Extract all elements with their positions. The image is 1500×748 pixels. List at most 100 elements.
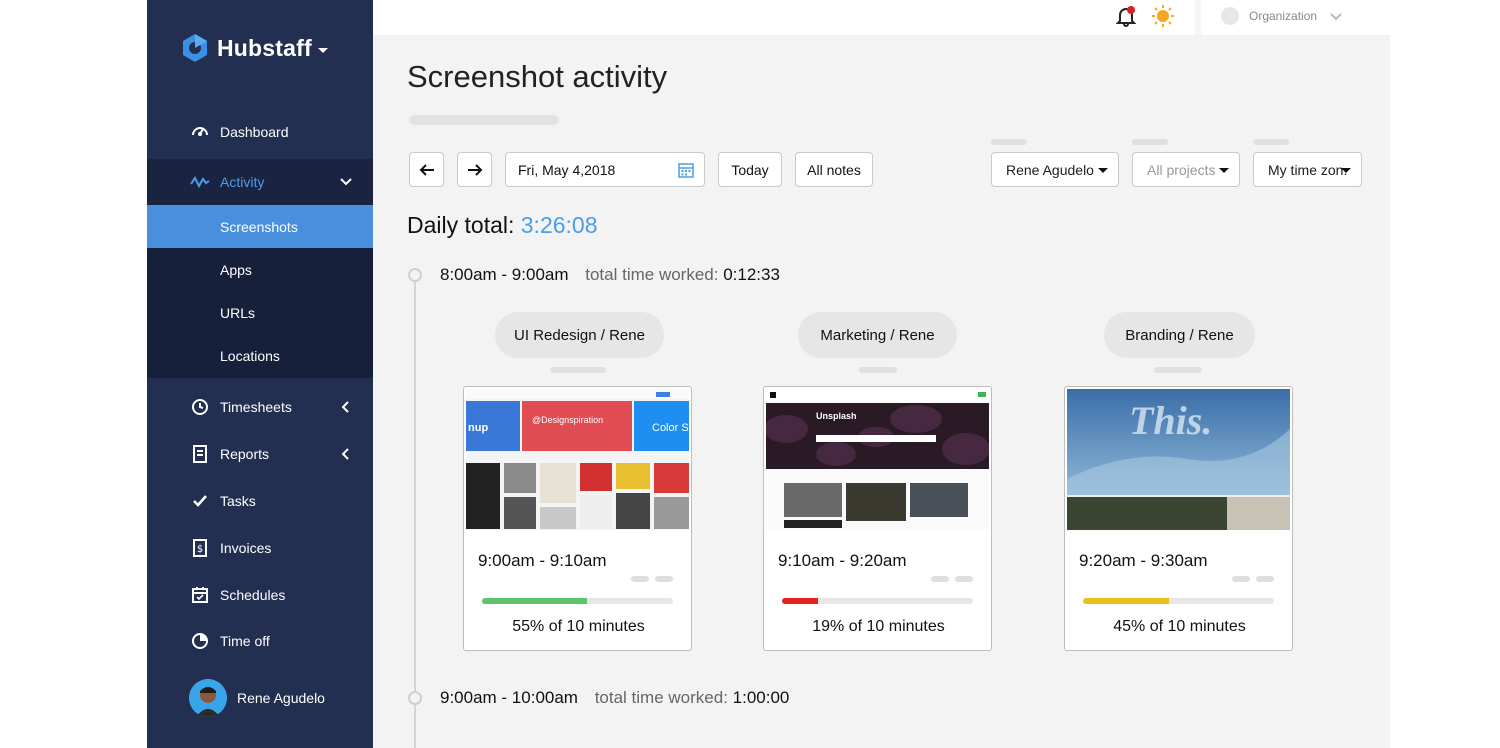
- caret-down-icon: [1219, 168, 1229, 173]
- project-label: Branding / Rene: [1104, 312, 1255, 358]
- all-notes-button[interactable]: All notes: [795, 152, 873, 187]
- main-content: Screenshot activity Fri, May 4,2018 Toda…: [373, 35, 1390, 748]
- user-select-value: Rene Agudelo: [1006, 161, 1094, 178]
- placeholder-bar: [655, 576, 673, 582]
- pie-icon: [189, 630, 211, 652]
- screenshot-thumbnail[interactable]: Unsplash: [766, 389, 989, 530]
- caret-down-icon: [1098, 168, 1108, 173]
- hour-row: 9:00am - 10:00am total time worked: 1:00…: [440, 688, 789, 708]
- timezone-select[interactable]: My time zon.: [1253, 152, 1362, 187]
- activity-percent-label: 45% of 10 minutes: [1113, 618, 1246, 635]
- dashboard-icon: [189, 121, 211, 143]
- calendar-icon: [189, 584, 211, 606]
- screenshot-thumbnail[interactable]: This.: [1067, 389, 1290, 530]
- check-icon: [189, 490, 211, 512]
- timeline-dot: [408, 268, 422, 282]
- timeline-dot: [408, 691, 422, 705]
- avatar: [189, 679, 227, 717]
- screenshot-time: 9:00am - 9:10am: [478, 551, 607, 570]
- sidebar-item-time-off[interactable]: Time off: [147, 619, 373, 663]
- screenshot-card[interactable]: This. 9:20am - 9:30am 45% of 10 minutes: [1064, 386, 1293, 651]
- activity-progress-bar: [482, 598, 673, 604]
- screenshot-time: 9:20am - 9:30am: [1079, 551, 1208, 570]
- chevron-left-icon: [339, 447, 353, 461]
- notification-bell-icon[interactable]: [1115, 5, 1137, 27]
- screenshot-thumbnail[interactable]: nup @Designspiration Color S: [466, 389, 689, 530]
- chevron-down-icon: [317, 47, 328, 53]
- calendar-icon: [678, 163, 694, 178]
- organization-label: Organization: [1249, 9, 1318, 23]
- hour-row: 8:00am - 9:00am total time worked: 0:12:…: [440, 265, 780, 285]
- worked-value: 1:00:00: [732, 688, 790, 707]
- sun-icon[interactable]: [1151, 4, 1175, 28]
- sidebar-item-tasks[interactable]: Tasks: [147, 479, 373, 523]
- user-profile[interactable]: Rene Agudelo: [147, 676, 373, 720]
- project-select-value: All projects: [1147, 161, 1216, 178]
- daily-total: Daily total: 3:26:08: [407, 212, 598, 239]
- chevron-down-icon: [1330, 13, 1342, 21]
- sidebar-item-schedules[interactable]: Schedules: [147, 573, 373, 617]
- page-title: Screenshot activity: [407, 59, 668, 94]
- placeholder-bar: [409, 115, 559, 125]
- sidebar-item-locations[interactable]: Locations: [147, 334, 373, 377]
- hour-range: 9:00am - 10:00am: [440, 688, 578, 707]
- date-picker[interactable]: Fri, May 4,2018: [505, 152, 705, 187]
- hubstaff-logo-icon: [183, 34, 207, 62]
- next-day-button[interactable]: [457, 152, 492, 187]
- placeholder-bar: [631, 576, 649, 582]
- sidebar-item-label: Schedules: [220, 587, 286, 603]
- sidebar-item-urls[interactable]: URLs: [147, 291, 373, 334]
- sidebar-item-screenshots[interactable]: Screenshots: [147, 205, 373, 248]
- today-button[interactable]: Today: [718, 152, 782, 187]
- sidebar-item-label: Screenshots: [220, 218, 298, 235]
- screenshot-caption: @Designspiration: [532, 415, 603, 425]
- divider: [1195, 0, 1201, 35]
- screenshot-caption: This.: [1129, 398, 1212, 443]
- placeholder-bar: [931, 576, 949, 582]
- screenshot-card[interactable]: Unsplash 9:10am - 9:20am 19% of 10 minut…: [763, 386, 992, 651]
- activity-percent-label: 55% of 10 minutes: [512, 618, 645, 635]
- screenshot-card[interactable]: nup @Designspiration Color S 9:00am - 9:…: [463, 386, 692, 651]
- daily-total-value: 3:26:08: [520, 212, 598, 238]
- placeholder-bar: [550, 367, 606, 373]
- sidebar-item-timesheets[interactable]: Timesheets: [147, 385, 373, 429]
- caret-down-icon: [1341, 168, 1351, 173]
- placeholder-bar: [991, 139, 1027, 145]
- chevron-down-icon: [339, 175, 353, 189]
- sidebar-item-label: Tasks: [220, 493, 256, 509]
- sidebar-item-label: Timesheets: [220, 399, 292, 415]
- placeholder-bar: [1232, 576, 1250, 582]
- project-select[interactable]: All projects: [1132, 152, 1240, 187]
- sidebar-item-label: Dashboard: [220, 124, 289, 140]
- activity-submenu: Screenshots Apps URLs Locations: [147, 205, 373, 378]
- placeholder-bar: [859, 367, 897, 373]
- sidebar: Hubstaff Dashboard Activity Screenshots …: [147, 0, 373, 748]
- activity-percent-label: 19% of 10 minutes: [812, 618, 945, 635]
- activity-progress-fill: [782, 598, 819, 604]
- brand-menu[interactable]: Hubstaff: [179, 30, 328, 66]
- sidebar-item-reports[interactable]: Reports: [147, 432, 373, 476]
- chevron-left-icon: [339, 400, 353, 414]
- sidebar-item-dashboard[interactable]: Dashboard: [147, 110, 373, 154]
- organization-avatar: [1221, 7, 1239, 25]
- screenshot-caption: Unsplash: [816, 411, 857, 421]
- svg-text:$: $: [197, 544, 203, 555]
- placeholder-bar: [955, 576, 973, 582]
- sidebar-item-label: Reports: [220, 446, 270, 462]
- app: Hubstaff Dashboard Activity Screenshots …: [0, 0, 1500, 748]
- report-icon: [189, 443, 211, 465]
- sidebar-item-invoices[interactable]: $ Invoices: [147, 526, 373, 570]
- previous-day-button[interactable]: [409, 152, 444, 187]
- worked-value: 0:12:33: [723, 265, 780, 284]
- worked-label: total time worked:: [585, 265, 719, 284]
- placeholder-bar: [1253, 139, 1289, 145]
- clock-icon: [189, 396, 211, 418]
- sidebar-item-apps[interactable]: Apps: [147, 248, 373, 291]
- arrow-left-icon: [419, 163, 434, 176]
- sidebar-item-activity[interactable]: Activity: [147, 159, 373, 205]
- project-label: Marketing / Rene: [798, 312, 957, 358]
- sidebar-item-label: Invoices: [220, 540, 272, 556]
- activity-progress-bar: [1083, 598, 1274, 604]
- organization-selector[interactable]: Organization: [1221, 6, 1343, 26]
- user-select[interactable]: Rene Agudelo: [991, 152, 1119, 187]
